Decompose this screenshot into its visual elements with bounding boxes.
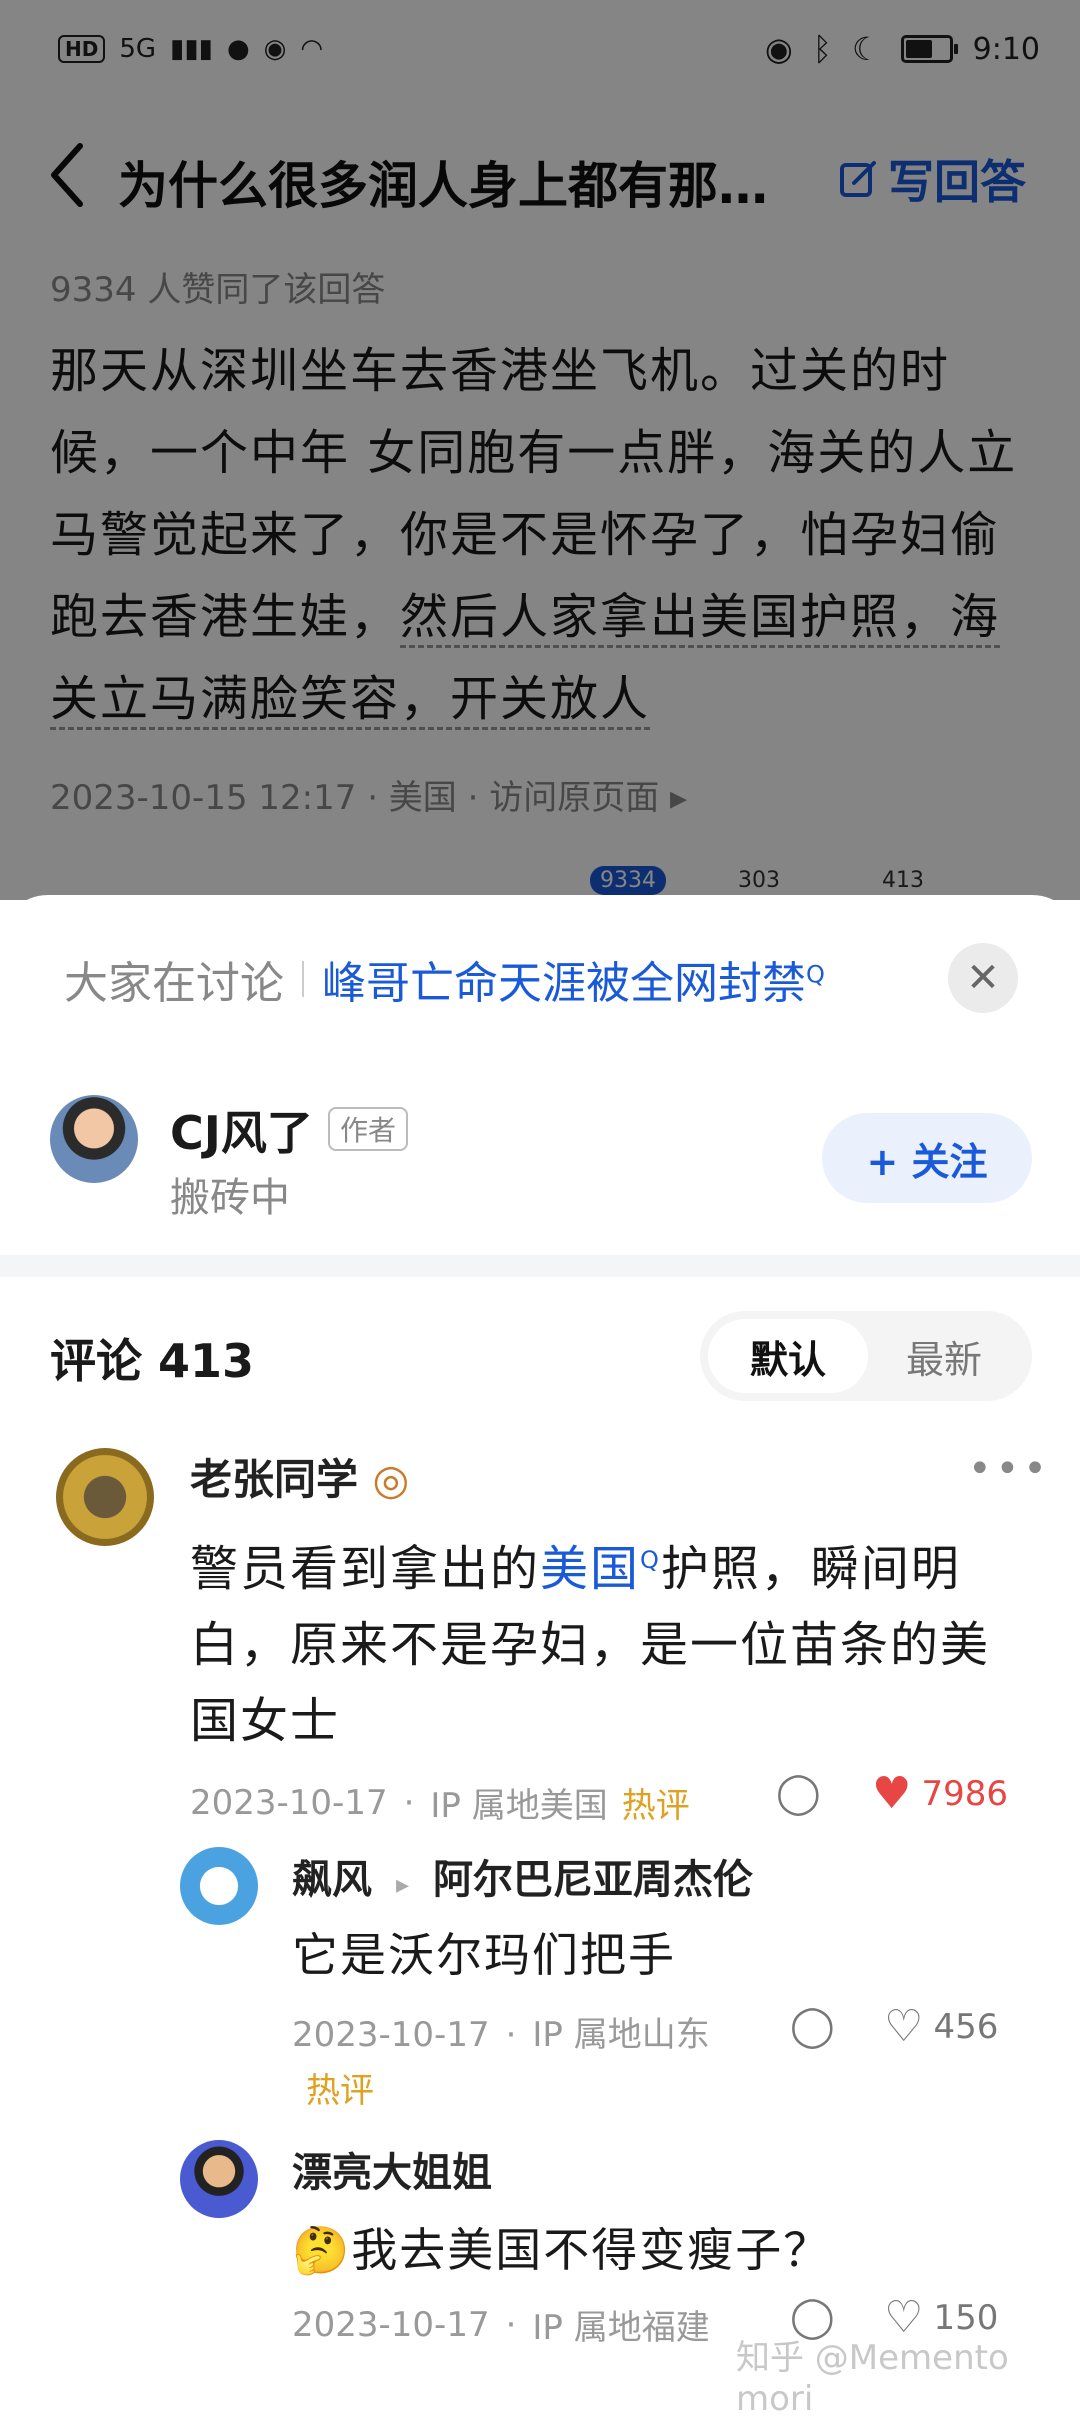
sort-latest-tab[interactable]: 最新 bbox=[864, 1319, 1024, 1393]
comment-item: 老张同学 ◎ ••• 警员看到拿出的美国Q护照，瞬间明白，原来不是孕妇，是一位苗… bbox=[0, 1440, 1080, 1826]
reply-meta: 2023-10-17 · IP 属地山东 热评 bbox=[292, 2007, 712, 2119]
comment-keyword-link[interactable]: 美国 bbox=[540, 1541, 640, 1597]
follow-button[interactable]: + 关注 bbox=[822, 1113, 1032, 1203]
reply-icon: ◯ bbox=[790, 2003, 835, 2049]
reply-author-name[interactable]: 飙风 bbox=[292, 1857, 372, 1903]
discussion-topic-link[interactable]: 峰哥亡命天涯被全网封禁Q bbox=[322, 947, 825, 1011]
reply-button[interactable]: ◯ bbox=[776, 1770, 821, 1816]
reply-avatar[interactable] bbox=[180, 1847, 258, 1925]
author-bio: 搬砖中 bbox=[170, 1175, 290, 1221]
like-count: 7986 bbox=[921, 1773, 1008, 1814]
thinking-emoji: 🤔 bbox=[292, 2223, 352, 2277]
heart-outline-icon: ♡ bbox=[884, 2001, 924, 2052]
author-name[interactable]: CJ风了 bbox=[170, 1097, 313, 1163]
discussion-banner[interactable]: 大家在讨论 峰哥亡命天涯被全网封禁Q bbox=[64, 947, 825, 1011]
comment-date: 2023-10-17 bbox=[190, 1782, 388, 1823]
heart-filled-icon: ♥ bbox=[872, 1768, 912, 1819]
reply-meta: 2023-10-17 · IP 属地福建 bbox=[292, 2300, 710, 2349]
meta-dot: · bbox=[505, 2015, 517, 2055]
discussion-label: 大家在讨论 bbox=[64, 958, 284, 1009]
hot-badge: 热评 bbox=[306, 2071, 374, 2111]
search-small-icon: Q bbox=[806, 960, 825, 989]
comments-header: 评论 413 默认 最新 bbox=[0, 1295, 1080, 1415]
watermark: 知乎 @Memento mori bbox=[736, 2338, 1009, 2419]
reply-text: 它是沃尔玛们把手 bbox=[292, 1928, 676, 1982]
reply-date: 2023-10-17 bbox=[292, 2304, 490, 2345]
reply-author-name[interactable]: 漂亮大姐姐 bbox=[292, 2140, 492, 2198]
more-options-icon[interactable]: ••• bbox=[968, 1446, 1051, 1492]
close-button[interactable]: ✕ bbox=[948, 943, 1018, 1013]
reply-ip: IP 属地山东 bbox=[532, 2015, 710, 2055]
like-button[interactable]: ♥ 7986 bbox=[872, 1768, 1008, 1819]
comment-meta: 2023-10-17 · IP 属地美国 热评 bbox=[190, 1778, 690, 1827]
medal-icon: ◎ bbox=[372, 1455, 410, 1504]
section-divider bbox=[0, 1255, 1080, 1277]
author-row: CJ风了 作者 搬砖中 + 关注 bbox=[0, 1095, 1080, 1245]
sort-toggle: 默认 最新 bbox=[700, 1311, 1032, 1401]
sort-default-tab[interactable]: 默认 bbox=[708, 1319, 868, 1393]
search-small-icon: Q bbox=[640, 1546, 661, 1574]
reply-item: 漂亮大姐姐 🤔我去美国不得变瘦子？ 2023-10-17 · IP 属地福建 ◯… bbox=[0, 2140, 1080, 2348]
like-count: 456 bbox=[933, 2006, 999, 2047]
reply-to-name[interactable]: 阿尔巴尼亚周杰伦 bbox=[433, 1857, 753, 1903]
hot-badge: 热评 bbox=[621, 1786, 690, 1826]
modal-overlay[interactable] bbox=[0, 0, 1080, 900]
meta-dot: · bbox=[505, 2304, 517, 2345]
comment-ip: IP 属地美国 bbox=[430, 1786, 608, 1826]
reply-date: 2023-10-17 bbox=[292, 2015, 490, 2055]
close-icon: ✕ bbox=[966, 955, 1000, 1001]
comments-sheet: 大家在讨论 峰哥亡命天涯被全网封禁Q ✕ CJ风了 作者 搬砖中 + 关注 评论… bbox=[0, 895, 1080, 2388]
reply-author-line: 飙风 ▸ 阿尔巴尼亚周杰伦 bbox=[292, 1847, 753, 1905]
comment-author-name[interactable]: 老张同学 ◎ bbox=[190, 1446, 409, 1507]
discussion-divider bbox=[302, 961, 304, 997]
reply-item: 飙风 ▸ 阿尔巴尼亚周杰伦 它是沃尔玛们把手 2023-10-17 · IP 属… bbox=[0, 1847, 1080, 2111]
reply-arrow-icon: ▸ bbox=[395, 1870, 409, 1900]
reply-avatar[interactable] bbox=[180, 2140, 258, 2218]
comments-title: 评论 413 bbox=[50, 1334, 255, 1388]
like-button[interactable]: ♡ 456 bbox=[884, 2001, 998, 2052]
author-avatar[interactable] bbox=[50, 1095, 138, 1183]
meta-dot: · bbox=[403, 1782, 415, 1823]
author-badge: 作者 bbox=[328, 1107, 409, 1151]
comment-avatar[interactable] bbox=[56, 1448, 154, 1546]
reply-text: 🤔我去美国不得变瘦子？ bbox=[292, 2223, 832, 2277]
reply-ip: IP 属地福建 bbox=[532, 2308, 710, 2348]
comment-text: 警员看到拿出的美国Q护照，瞬间明白，原来不是孕妇，是一位苗条的美国女士 bbox=[190, 1541, 991, 1749]
reply-button[interactable]: ◯ bbox=[790, 2003, 835, 2049]
reply-icon: ◯ bbox=[776, 1770, 821, 1816]
